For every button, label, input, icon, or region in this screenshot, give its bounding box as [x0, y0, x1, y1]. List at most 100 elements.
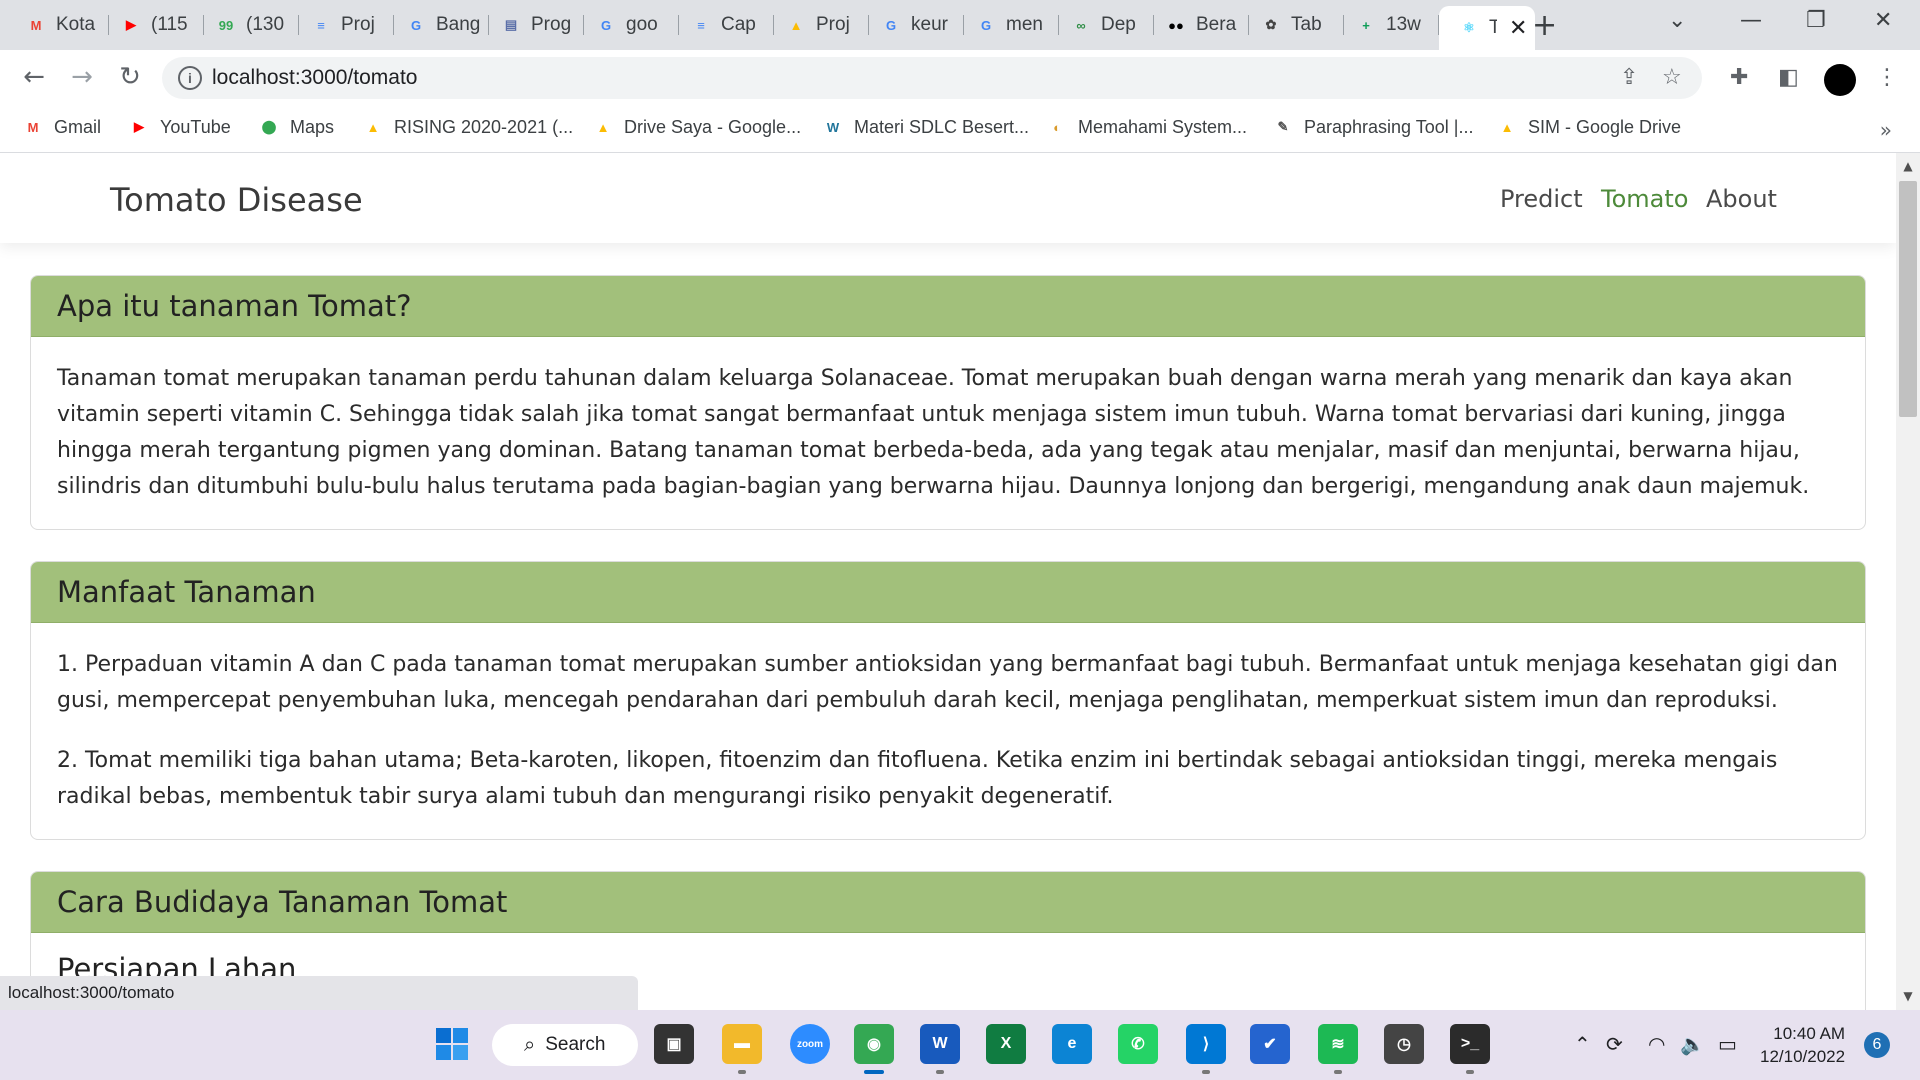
clock-icon[interactable]: ◷ [1384, 1024, 1424, 1064]
scrollbar-thumb[interactable] [1899, 181, 1917, 417]
scroll-up-arrow-icon[interactable]: ▲ [1896, 159, 1920, 173]
docs-icon: ≡ [697, 17, 705, 33]
browser-tab[interactable]: ▶ (115 [109, 8, 204, 42]
tab-search-chevron-icon[interactable]: ⌄ [1668, 8, 1686, 33]
browser-tab[interactable]: G Bang [394, 8, 489, 42]
todo-icon[interactable]: ✔ [1250, 1024, 1290, 1064]
reload-button[interactable]: ↻ [114, 62, 146, 92]
windows-logo-icon [436, 1028, 468, 1060]
menu-kebab-icon[interactable]: ⋮ [1876, 65, 1898, 90]
notification-badge[interactable]: 6 [1864, 1032, 1890, 1058]
browser-tab[interactable]: ✿ Tab [1249, 8, 1344, 42]
section-body: Tanaman tomat merupakan tanaman perdu ta… [31, 337, 1865, 505]
browser-tab[interactable]: ▲ Proj [774, 8, 869, 42]
bookmark-label: Memahami System... [1078, 116, 1248, 137]
bookmark-item[interactable]: ⬤ Maps [258, 116, 334, 138]
browser-tab[interactable]: M Kota [14, 8, 109, 42]
running-indicator [936, 1070, 944, 1074]
new-tab-button[interactable]: + [1532, 8, 1557, 43]
scroll-down-arrow-icon[interactable]: ▼ [1896, 989, 1920, 1003]
edge-icon[interactable]: e [1052, 1024, 1092, 1064]
quill-icon: ✎ [1277, 119, 1289, 134]
site-navbar: Tomato Disease Predict Tomato About [0, 153, 1896, 243]
browser-tab[interactable]: ≡ Cap [679, 8, 774, 42]
section-paragraph: Tanaman tomat merupakan tanaman perdu ta… [57, 366, 1810, 499]
back-button[interactable]: ← [18, 62, 50, 92]
bookmark-item[interactable]: ▲ Drive Saya - Google... [592, 116, 802, 138]
sheets-icon: + [1362, 17, 1370, 33]
minimize-button[interactable]: — [1740, 8, 1762, 33]
wifi-icon[interactable]: ◠ [1648, 1032, 1665, 1056]
medium-icon: ●● [1168, 17, 1184, 33]
word-icon[interactable]: W [920, 1024, 960, 1064]
sync-icon[interactable]: ⟳ [1606, 1032, 1623, 1056]
running-indicator [1466, 1070, 1474, 1074]
browser-tab[interactable]: +13w [1344, 8, 1439, 42]
address-bar[interactable]: i localhost:3000/tomato ⇪ ☆ [162, 57, 1702, 99]
tab-close-icon[interactable]: ✕ [1509, 15, 1527, 41]
tab-title: keur [911, 14, 948, 35]
close-window-button[interactable]: ✕ [1874, 8, 1892, 33]
tab-title: T [1489, 17, 1497, 38]
page-scrollbar[interactable]: ▲ ▼ [1896, 153, 1920, 1010]
bookmark-item[interactable]: M Gmail [22, 116, 101, 138]
browser-tab[interactable]: ∞ Dep [1059, 8, 1154, 42]
volume-icon[interactable]: 🔈 [1680, 1032, 1705, 1056]
section-title: Cara Budidaya Tanaman Tomat [31, 872, 1865, 933]
bookmark-item[interactable]: ▲ RISING 2020-2021 (... [362, 116, 574, 138]
section-card-what-is-tomato: Apa itu tanaman Tomat? Tanaman tomat mer… [30, 275, 1866, 530]
restore-button[interactable]: ❐ [1806, 8, 1826, 33]
taskbar-search[interactable]: ⌕ Search [492, 1024, 638, 1066]
section-title: Manfaat Tanaman [31, 562, 1865, 623]
battery-icon[interactable]: ▭ [1718, 1032, 1737, 1056]
task-view-icon[interactable]: ▣ [654, 1024, 694, 1064]
bookmark-item[interactable]: W Materi SDLC Besert... [822, 116, 1029, 138]
bookmark-star-icon[interactable]: ☆ [1662, 65, 1682, 90]
browser-tab[interactable]: Gkeur [869, 8, 964, 42]
chrome-icon[interactable]: ◉ [854, 1024, 894, 1064]
drive-icon: ▲ [366, 119, 380, 135]
nav-about[interactable]: About [1706, 185, 1777, 213]
bookmark-item[interactable]: ◐ Memahami System... [1046, 116, 1247, 138]
browser-tab[interactable]: 99 (130 [204, 8, 299, 42]
bookmarks-overflow-icon[interactable]: » [1880, 118, 1892, 142]
browser-tab[interactable]: Gmen [964, 8, 1059, 42]
browser-tab[interactable]: ≡ Proj [299, 8, 394, 42]
tab-title: 13w [1386, 14, 1421, 35]
zoom-icon[interactable]: zoom [790, 1024, 830, 1064]
start-button[interactable] [432, 1024, 472, 1064]
whatsapp-icon[interactable]: ✆ [1118, 1024, 1158, 1064]
extensions-icon[interactable]: ✚ [1730, 65, 1748, 90]
forward-button[interactable]: → [66, 62, 98, 92]
excel-icon[interactable]: X [986, 1024, 1026, 1064]
bookmark-item[interactable]: ▲ SIM - Google Drive [1496, 116, 1681, 138]
file-explorer-icon[interactable]: ▬ [722, 1024, 762, 1064]
side-panel-icon[interactable]: ◧ [1778, 65, 1799, 90]
bookmark-label: Paraphrasing Tool |... [1304, 116, 1474, 137]
share-icon[interactable]: ⇪ [1620, 65, 1638, 90]
tray-overflow-chevron-icon[interactable]: ⌃ [1574, 1032, 1591, 1056]
vscode-icon[interactable]: ⟩ [1186, 1024, 1226, 1064]
bookmark-label: Materi SDLC Besert... [854, 116, 1030, 137]
tab-title: Dep [1101, 14, 1136, 35]
nav-predict[interactable]: Predict [1500, 185, 1583, 213]
bookmark-item[interactable]: ▶ YouTube [128, 116, 231, 138]
profile-avatar[interactable] [1824, 64, 1856, 96]
tab-title: men [1006, 14, 1043, 35]
spotify-icon[interactable]: ≋ [1318, 1024, 1358, 1064]
docs-icon: ≡ [317, 17, 325, 33]
site-info-icon[interactable]: i [178, 66, 202, 90]
site-brand[interactable]: Tomato Disease [110, 181, 363, 219]
bookmark-label: SIM - Google Drive [1528, 116, 1682, 137]
browser-tab[interactable]: ▤ Prog [489, 8, 584, 42]
taskbar-clock[interactable]: 10:40 AM 12/10/2022 [1760, 1022, 1845, 1068]
browser-tab[interactable]: ⚛ T ✕ [1439, 6, 1535, 50]
browser-tab[interactable]: ●● Bera [1154, 8, 1249, 42]
terminal-icon[interactable]: >_ [1450, 1024, 1490, 1064]
address-url[interactable]: localhost:3000/tomato [212, 66, 417, 90]
site-icon: ◐ [1053, 119, 1061, 135]
running-indicator [738, 1070, 746, 1074]
bookmark-item[interactable]: ✎ Paraphrasing Tool |... [1272, 116, 1474, 138]
nav-tomato[interactable]: Tomato [1601, 185, 1688, 213]
browser-tab[interactable]: Ggoo [584, 8, 679, 42]
